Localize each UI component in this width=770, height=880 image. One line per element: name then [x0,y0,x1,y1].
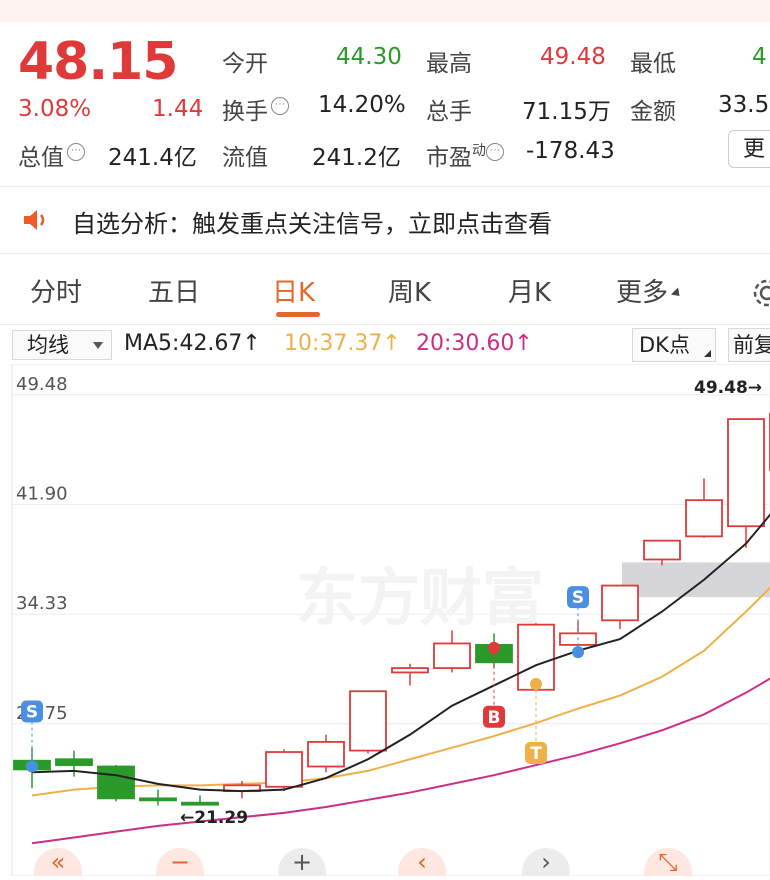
y-tick-label: 41.90 [16,483,68,504]
nav-button-glyph: + [292,848,312,876]
ma10-value: 10:37.37↑ [284,331,401,356]
candle-down [97,765,135,800]
period-tabs: 分时 五日 日K 周K 月K 更多 [0,262,770,324]
ma5-value: MA5:42.67↑ [124,331,261,356]
active-tab-underline [276,312,320,317]
candle-down [181,801,219,806]
info-icon[interactable]: ⋯ [271,97,289,115]
open-label: 今开 [222,51,268,77]
turnover-value: 14.20% [318,92,406,118]
signal-label: S [572,588,584,608]
candle-up [307,741,345,768]
top-strip [0,0,770,22]
turnover-label: 换手 ⋯ [222,92,289,126]
candle-up [433,642,471,669]
candle-up [643,539,681,561]
more-quote-button[interactable]: 更 [728,130,770,168]
high-label: 最高 [426,51,472,77]
info-icon[interactable]: ⋯ [67,143,85,161]
adjust-button[interactable]: 前复 [728,328,770,362]
signal-label: B [488,708,501,728]
candle-up [349,690,387,752]
y-tick-label: 34.33 [16,593,68,614]
nav-button-glyph: − [170,848,190,876]
divider [0,324,770,325]
info-icon[interactable]: ⋯ [486,143,504,161]
candle-down [139,797,177,802]
tab-daily-k[interactable]: 日K [272,272,315,309]
mktcap-label: 总值 ⋯ [18,138,85,172]
low-label: 最低 [630,51,676,77]
ma-legend-bar: 均线 MA5:42.67↑ 10:37.37↑ 20:30.60↑ DK点 前复 [0,326,770,364]
ma20-value: 20:30.60↑ [416,331,533,356]
caret-icon [671,287,684,300]
float-value: 241.2亿 [312,145,401,171]
candle-up [685,499,723,538]
kline-svg: 49.4841.9034.3326.75东方财富SBTS49.48→←21.29… [11,363,770,880]
candle-up [265,751,303,788]
change-amount: 1.44 [152,96,204,122]
tab-weekly-k[interactable]: 周K [388,272,431,309]
quote-panel: 48.15 3.08% 1.44 今开 44.30 最高 49.48 最低 4 … [0,22,770,186]
volume-value: 71.15万 [522,99,611,125]
min-price-label: ←21.29 [180,808,248,828]
tab-five-day[interactable]: 五日 [148,272,200,309]
dk-point-button[interactable]: DK点 [632,328,716,362]
amount-value: 33.5 [718,92,770,118]
speaker-icon [22,207,50,237]
nav-button-glyph: › [541,848,551,876]
corner-triangle-icon [704,350,711,357]
float-label: 流值 [222,145,268,171]
change-percent: 3.08% [18,96,92,122]
tab-more[interactable]: 更多 [616,272,684,309]
signal-label: S [26,703,38,723]
notice-text: 自选分析：触发重点关注信号，立即点击查看 [72,210,552,238]
open-value: 44.30 [336,44,402,70]
tab-minute[interactable]: 分时 [30,272,82,309]
nav-button-glyph: ‹ [417,848,427,876]
chevron-down-icon [93,342,103,349]
divider [0,253,770,254]
candle-down [55,758,93,766]
high-value: 49.48 [540,44,606,70]
pe-label: 市盈动 ⋯ [426,138,504,172]
candle-up [391,667,429,674]
notice-bar[interactable]: 自选分析：触发重点关注信号，立即点击查看 [0,190,770,252]
divider [0,186,770,187]
candle-up [601,584,639,622]
mktcap-value: 241.4亿 [108,145,197,171]
candle-up [727,418,765,528]
y-tick-label: 49.48 [16,374,68,395]
amount-label: 金额 [630,99,676,125]
low-value: 4 [752,44,767,70]
kline-chart[interactable]: 49.4841.9034.3326.75东方财富SBTS49.48→←21.29… [0,363,770,880]
last-price: 48.15 [18,32,178,92]
tab-monthly-k[interactable]: 月K [508,272,551,309]
ma-select[interactable]: 均线 [12,330,112,360]
gear-icon[interactable] [750,276,770,314]
volume-label: 总手 [426,99,472,125]
signal-label: T [530,744,542,764]
nav-button-glyph: « [51,848,66,876]
pe-value: -178.43 [526,138,615,164]
nav-button-glyph: ⤡ [658,848,677,876]
watermark: 东方财富 [296,561,544,634]
resistance-zone [622,562,770,598]
max-price-label: 49.48→ [694,378,762,398]
